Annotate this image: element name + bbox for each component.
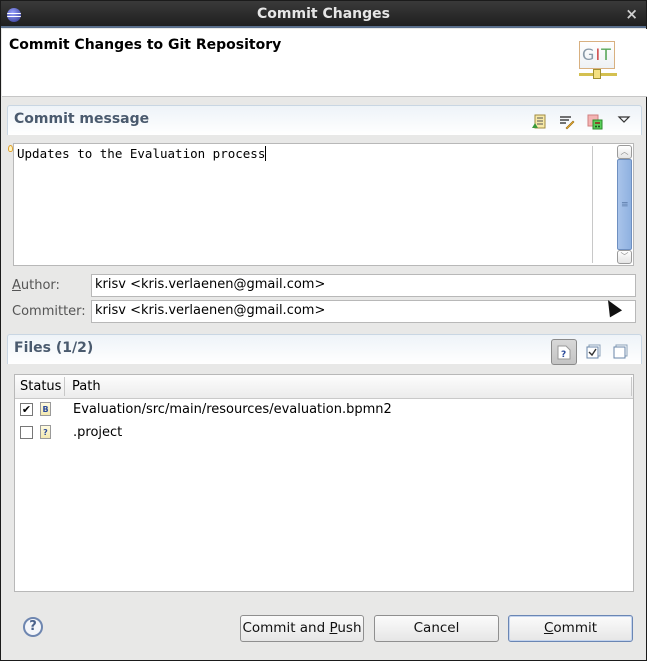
file-checkbox[interactable] xyxy=(20,426,33,439)
window-title: Commit Changes xyxy=(257,6,390,22)
cancel-button[interactable]: Cancel xyxy=(374,615,499,642)
show-untracked-icon: ? xyxy=(557,345,571,360)
files-table-header: Status Path xyxy=(15,375,633,399)
add-signed-off-by-icon[interactable] xyxy=(531,114,547,130)
commit-button[interactable]: Commit xyxy=(508,615,633,642)
commit-message-scrollbar[interactable]: ︿ ≡ ﹀ xyxy=(617,145,632,264)
untracked-file-icon: ? xyxy=(40,425,51,439)
show-untracked-toggle[interactable]: ? xyxy=(551,339,577,365)
close-icon[interactable]: × xyxy=(625,5,638,23)
commit-message-text[interactable]: Updates to the Evaluation process xyxy=(17,146,266,161)
files-label: Files (1/2) xyxy=(14,340,94,356)
author-label: Author: xyxy=(12,278,60,293)
scroll-up-arrow-icon[interactable]: ︿ xyxy=(617,145,632,159)
scroll-thumb[interactable]: ≡ xyxy=(617,159,632,250)
dialog-heading: Commit Changes to Git Repository xyxy=(9,37,282,53)
commit-and-push-button[interactable]: Commit and Push xyxy=(240,615,364,642)
author-field[interactable]: krisv <kris.verlaenen@gmail.com> xyxy=(91,274,636,297)
view-menu-icon[interactable] xyxy=(616,112,632,128)
table-row[interactable]: ✔ B Evaluation/src/main/resources/evalua… xyxy=(15,399,633,422)
column-separator[interactable] xyxy=(64,377,65,396)
compute-changeid-icon[interactable] xyxy=(587,114,603,130)
column-header-path[interactable]: Path xyxy=(72,379,101,394)
git-logo-icon: GIT xyxy=(579,41,641,83)
scroll-down-arrow-icon[interactable]: ﹀ xyxy=(617,250,632,264)
table-row[interactable]: ? .project xyxy=(15,422,633,445)
svg-text:?: ? xyxy=(561,350,566,360)
dialog-banner: Commit Changes to Git Repository GIT xyxy=(2,29,647,97)
print-margin-line xyxy=(592,146,593,263)
files-section-header: Files (1/2) ? xyxy=(7,334,642,365)
committer-label: Committer: xyxy=(12,304,86,319)
modified-file-icon: B xyxy=(40,402,51,416)
column-header-status[interactable]: Status xyxy=(20,379,61,394)
amend-previous-commit-icon[interactable] xyxy=(559,114,575,130)
commit-changes-dialog: Commit Changes × Commit Changes to Git R… xyxy=(0,0,647,661)
file-checkbox[interactable]: ✔ xyxy=(20,403,33,416)
deselect-all-icon[interactable] xyxy=(613,344,629,360)
column-separator[interactable] xyxy=(631,377,632,396)
commit-message-input[interactable]: Updates to the Evaluation process ︿ ≡ ﹀ xyxy=(13,143,634,266)
committer-field[interactable]: krisv <kris.verlaenen@gmail.com> xyxy=(91,300,636,323)
help-icon[interactable]: ? xyxy=(23,617,43,637)
select-all-icon[interactable] xyxy=(586,344,602,360)
commit-message-section-header: Commit message xyxy=(7,105,642,135)
title-bar: Commit Changes × xyxy=(1,1,646,28)
commit-message-label: Commit message xyxy=(14,111,150,127)
files-table: Status Path ✔ B Evaluation/src/main/reso… xyxy=(14,374,634,592)
file-path: .project xyxy=(73,425,123,440)
file-path: Evaluation/src/main/resources/evaluation… xyxy=(73,402,392,417)
